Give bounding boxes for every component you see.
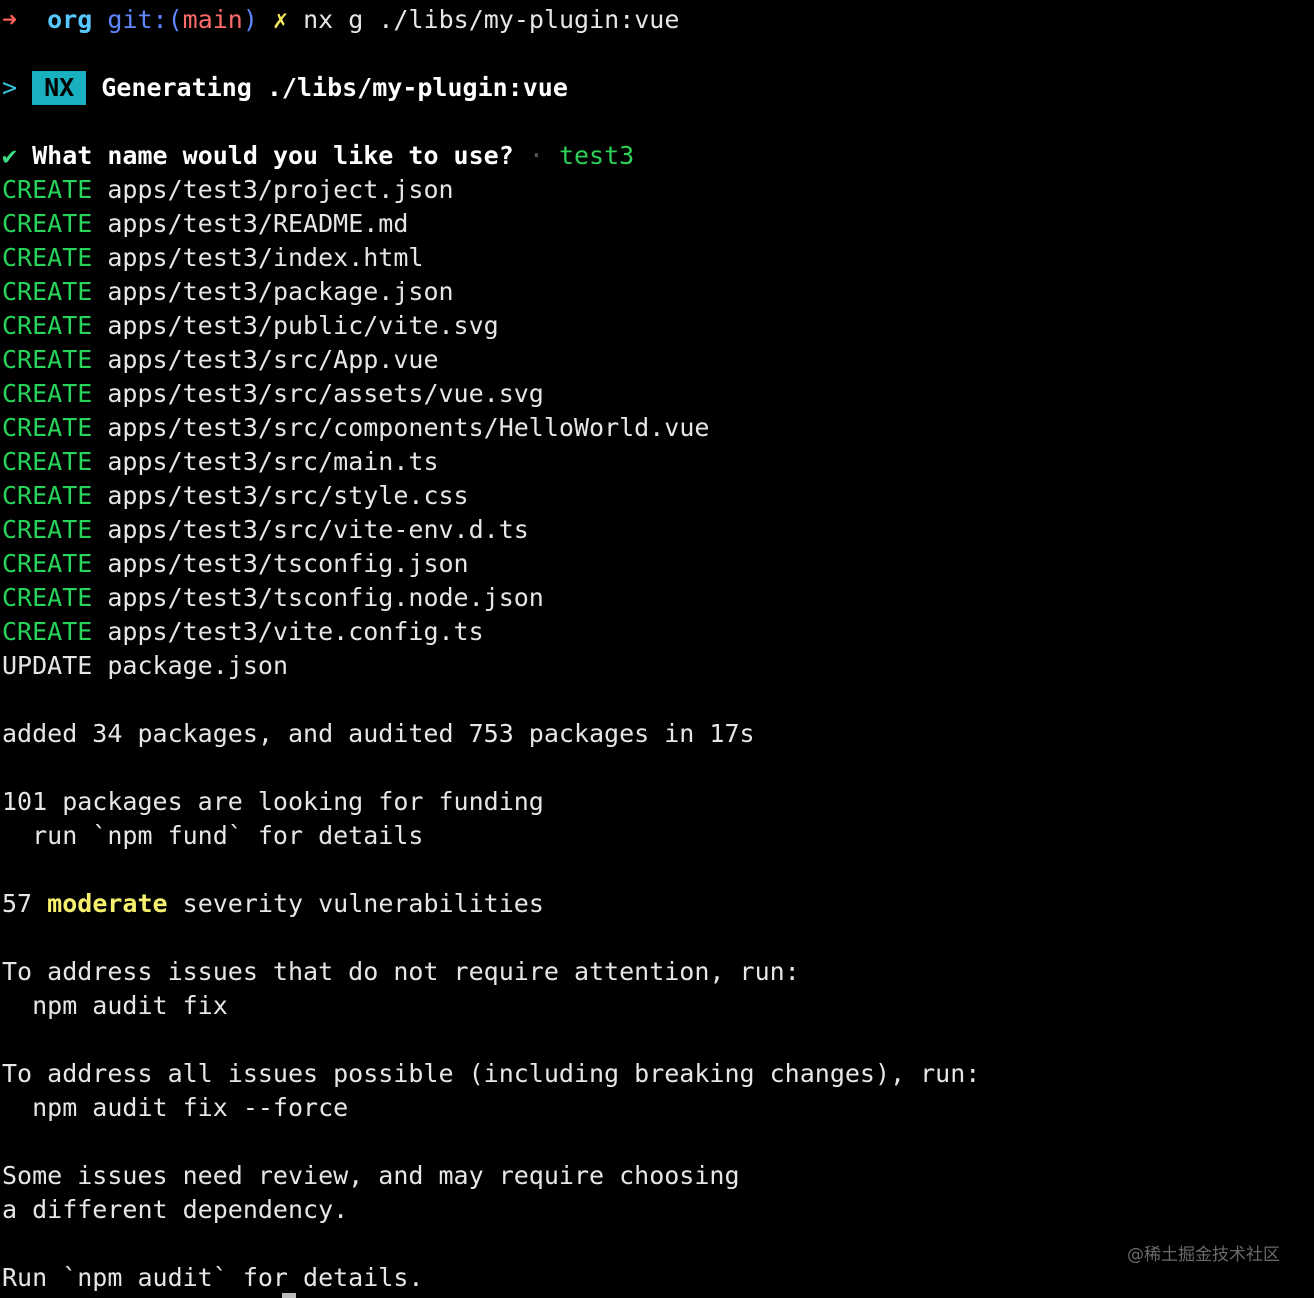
file-op-line: CREATE apps/test3/vite.config.ts (2, 615, 484, 649)
vulnerability-count: 57 (2, 889, 33, 918)
git-label: git:( (107, 5, 183, 34)
file-op-line: CREATE apps/test3/package.json (2, 275, 454, 309)
npm-funding-line: 101 packages are looking for funding (2, 787, 544, 816)
file-op-action: CREATE (2, 345, 93, 374)
command-text: nx g ./libs/my-plugin:vue (303, 5, 680, 34)
file-op-line: UPDATE package.json (2, 649, 288, 683)
file-op-path: apps/test3/tsconfig.json (107, 549, 469, 578)
file-op-line: CREATE apps/test3/tsconfig.node.json (2, 581, 544, 615)
generating-text: Generating ./libs/my-plugin:vue (101, 73, 568, 102)
file-op-action: CREATE (2, 243, 93, 272)
vulnerability-line: 57 moderate severity vulnerabilities (2, 887, 544, 921)
file-op-line: CREATE apps/test3/project.json (2, 173, 454, 207)
check-icon: ✔ (2, 141, 18, 170)
file-op-action: CREATE (2, 481, 93, 510)
caret-icon: > (2, 73, 18, 102)
separator-dot: · (528, 141, 544, 170)
file-op-action: CREATE (2, 311, 93, 340)
npm-funding-hint: run `npm fund` for details (2, 821, 424, 850)
file-op-line: CREATE apps/test3/src/main.ts (2, 445, 439, 479)
watermark: @稀土掘金技术社区 (1127, 1245, 1280, 1265)
file-op-path: apps/test3/index.html (107, 243, 424, 272)
file-op-path: apps/test3/src/components/HelloWorld.vue (107, 413, 710, 442)
file-op-line: CREATE apps/test3/src/assets/vue.svg (2, 377, 544, 411)
file-op-line: CREATE apps/test3/README.md (2, 207, 408, 241)
file-op-line: CREATE apps/test3/src/vite-env.d.ts (2, 513, 529, 547)
file-op-line: CREATE apps/test3/src/App.vue (2, 343, 439, 377)
npm-added-line: added 34 packages, and audited 753 packa… (2, 719, 755, 748)
file-op-action: CREATE (2, 379, 93, 408)
file-op-path: apps/test3/README.md (107, 209, 409, 238)
run-audit-line: Run `npm audit` for details. (2, 1263, 424, 1292)
file-op-path: apps/test3/src/App.vue (107, 345, 439, 374)
git-branch: main (182, 5, 243, 34)
file-op-action: UPDATE (2, 651, 93, 680)
severity-level: moderate (47, 889, 168, 918)
file-op-path: apps/test3/public/vite.svg (107, 311, 499, 340)
file-op-line: CREATE apps/test3/src/style.css (2, 479, 469, 513)
file-op-path: apps/test3/src/style.css (107, 481, 469, 510)
file-op-action: CREATE (2, 617, 93, 646)
file-op-line: CREATE apps/test3/index.html (2, 241, 423, 275)
file-op-path: package.json (107, 651, 288, 680)
file-op-action: CREATE (2, 515, 93, 544)
question-answer: test3 (558, 141, 635, 170)
file-op-action: CREATE (2, 277, 93, 306)
file-op-path: apps/test3/package.json (107, 277, 454, 306)
file-op-action: CREATE (2, 209, 93, 238)
current-directory: org (47, 5, 93, 34)
prompt-line: ➜ org git:(main) ✗ nx g ./libs/my-plugin… (2, 3, 679, 37)
file-op-line: CREATE apps/test3/src/components/HelloWo… (2, 411, 709, 445)
terminal-cursor (282, 1293, 296, 1298)
generator-line: > NX Generating ./libs/my-plugin:vue (2, 71, 568, 105)
review-line-1: Some issues need review, and may require… (2, 1161, 740, 1190)
force-intro-line: To address all issues possible (includin… (2, 1059, 981, 1088)
question-text: What name would you like to use? (32, 141, 514, 170)
file-op-path: apps/test3/src/assets/vue.svg (107, 379, 544, 408)
file-op-action: CREATE (2, 549, 93, 578)
file-op-action: CREATE (2, 413, 93, 442)
review-line-2: a different dependency. (2, 1195, 349, 1224)
file-op-path: apps/test3/project.json (107, 175, 454, 204)
fix-command-line: npm audit fix (2, 991, 228, 1020)
file-op-path: apps/test3/src/vite-env.d.ts (107, 515, 529, 544)
nx-badge: NX (32, 71, 87, 105)
git-label-close: ) (242, 5, 258, 34)
fix-intro-line: To address issues that do not require at… (2, 957, 800, 986)
file-op-action: CREATE (2, 447, 93, 476)
file-op-action: CREATE (2, 175, 93, 204)
file-op-line: CREATE apps/test3/public/vite.svg (2, 309, 499, 343)
file-op-path: apps/test3/tsconfig.node.json (107, 583, 544, 612)
file-op-path: apps/test3/vite.config.ts (107, 617, 484, 646)
terminal-window[interactable]: ➜ org git:(main) ✗ nx g ./libs/my-plugin… (0, 0, 1314, 1298)
dirty-icon: ✗ (273, 5, 289, 34)
file-op-action: CREATE (2, 583, 93, 612)
question-line: ✔ What name would you like to use? · tes… (2, 139, 634, 173)
force-command-line: npm audit fix --force (2, 1093, 349, 1122)
vulnerability-text: severity vulnerabilities (182, 889, 544, 918)
file-op-path: apps/test3/src/main.ts (107, 447, 439, 476)
prompt-arrow-icon: ➜ (2, 5, 18, 34)
file-op-line: CREATE apps/test3/tsconfig.json (2, 547, 469, 581)
